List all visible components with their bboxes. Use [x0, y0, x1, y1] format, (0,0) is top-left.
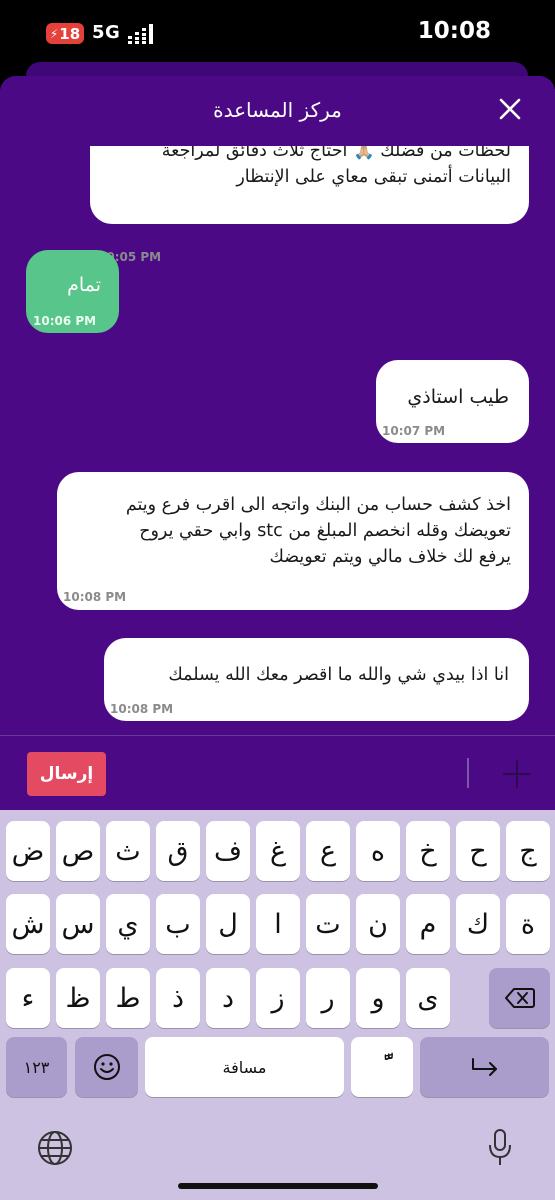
message-text: طيب استاذي: [407, 386, 509, 408]
return-icon: [471, 1058, 497, 1076]
key[interactable]: ذ: [156, 968, 200, 1028]
close-icon[interactable]: [499, 98, 521, 120]
message-input[interactable]: [467, 758, 469, 788]
emoji-key[interactable]: [75, 1037, 138, 1097]
key[interactable]: ن: [356, 894, 400, 954]
key[interactable]: م: [406, 894, 450, 954]
user-message: تمام 10:06 PM: [26, 250, 119, 333]
key[interactable]: ت: [306, 894, 350, 954]
key[interactable]: ل: [206, 894, 250, 954]
battery-level: 18: [59, 24, 81, 43]
sheet-header: مركز المساعدة: [0, 76, 555, 146]
key[interactable]: ف: [206, 821, 250, 881]
numbers-key[interactable]: ١٢٣: [6, 1037, 67, 1097]
charging-icon: ⚡: [49, 26, 59, 41]
page-title: مركز المساعدة: [213, 98, 342, 122]
help-center-sheet: لحظات من فضلك 🙏🏼 أحتاج ثلاث دقائق لمراجع…: [0, 76, 555, 810]
plus-icon[interactable]: [502, 759, 532, 789]
key[interactable]: د: [206, 968, 250, 1028]
network-type: 5G: [92, 22, 121, 43]
key[interactable]: ط: [106, 968, 150, 1028]
key[interactable]: ب: [156, 894, 200, 954]
backspace-icon: [504, 988, 535, 1008]
message-list[interactable]: لحظات من فضلك 🙏🏼 أحتاج ثلاث دقائق لمراجع…: [0, 76, 555, 736]
key[interactable]: ه: [356, 821, 400, 881]
emoji-icon: [93, 1054, 120, 1080]
key[interactable]: ز: [256, 968, 300, 1028]
microphone-icon[interactable]: [487, 1128, 513, 1168]
key[interactable]: ص: [56, 821, 100, 881]
message-composer: إرسال: [0, 735, 555, 810]
key[interactable]: ر: [306, 968, 350, 1028]
signal-icon: [128, 24, 153, 44]
agent-message: طيب استاذي 10:07 PM: [376, 360, 529, 443]
key[interactable]: ض: [6, 821, 50, 881]
key[interactable]: س: [56, 894, 100, 954]
clock: 10:08: [417, 18, 491, 44]
battery-indicator: ⚡ 18: [46, 23, 84, 44]
key[interactable]: ي: [106, 894, 150, 954]
key[interactable]: ك: [456, 894, 500, 954]
message-time: 10:06 PM: [33, 314, 97, 328]
key[interactable]: ث: [106, 821, 150, 881]
message-time: 10:08 PM: [63, 590, 127, 604]
globe-icon[interactable]: [37, 1130, 73, 1166]
key[interactable]: ا: [256, 894, 300, 954]
key[interactable]: و: [356, 968, 400, 1028]
key[interactable]: ح: [456, 821, 500, 881]
key[interactable]: خ: [406, 821, 450, 881]
key[interactable]: ش: [6, 894, 50, 954]
message-text: اخذ كشف حساب من البنك واتجه الى اقرب فرع…: [125, 495, 511, 567]
diacritic-key[interactable]: ًّ: [351, 1037, 413, 1097]
message-time: 10:08 PM: [110, 702, 174, 716]
key[interactable]: ظ: [56, 968, 100, 1028]
key[interactable]: غ: [256, 821, 300, 881]
agent-message: انا اذا بيدي شي والله ما اقصر معك الله ي…: [104, 638, 529, 721]
send-button[interactable]: إرسال: [27, 752, 106, 796]
backspace-key[interactable]: [489, 968, 550, 1028]
home-indicator: [178, 1183, 378, 1189]
key[interactable]: ع: [306, 821, 350, 881]
keyboard: ض ص ث ق ف غ ع ه خ ح ج ش س ي ب ل ا ت ن م …: [0, 810, 555, 1200]
message-text: تمام: [67, 274, 101, 296]
key[interactable]: ى: [406, 968, 450, 1028]
space-key[interactable]: مسافة: [145, 1037, 344, 1097]
message-time: 10:07 PM: [382, 424, 446, 438]
key[interactable]: ء: [6, 968, 50, 1028]
agent-message: اخذ كشف حساب من البنك واتجه الى اقرب فرع…: [57, 472, 529, 610]
key[interactable]: ق: [156, 821, 200, 881]
key[interactable]: ج: [506, 821, 550, 881]
message-text: انا اذا بيدي شي والله ما اقصر معك الله ي…: [168, 665, 509, 685]
key[interactable]: ة: [506, 894, 550, 954]
status-bar: ⚡ 18 5G 10:08: [0, 0, 555, 62]
return-key[interactable]: [420, 1037, 549, 1097]
